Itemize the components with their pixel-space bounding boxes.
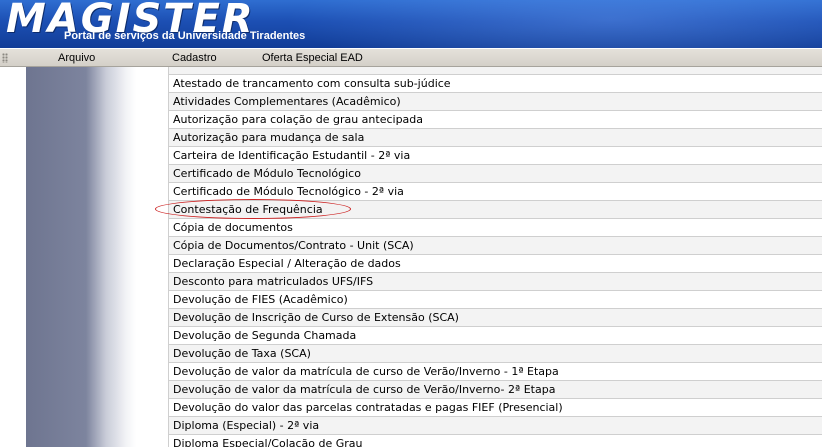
list-item[interactable]: Desconto para matriculados UFS/IFS	[168, 273, 822, 291]
left-decorative-strip	[26, 67, 168, 447]
list-item[interactable]: Devolução de valor da matrícula de curso…	[168, 381, 822, 399]
app-subtitle: Portal de serviços da Universidade Tirad…	[64, 30, 306, 42]
list-item[interactable]: Autorização para colação de grau antecip…	[168, 111, 822, 129]
list-header-row	[168, 67, 822, 75]
list-item[interactable]: Autorização para mudança de sala	[168, 129, 822, 147]
menu-item-oferta-especial-ead[interactable]: Oferta Especial EAD	[262, 52, 363, 64]
list-item[interactable]: Devolução do valor das parcelas contrata…	[168, 399, 822, 417]
banner-swoosh	[260, 0, 822, 48]
list-item[interactable]: Certificado de Módulo Tecnológico - 2ª v…	[168, 183, 822, 201]
list-item[interactable]: Carteira de Identificação Estudantil - 2…	[168, 147, 822, 165]
list-item[interactable]: Diploma Especial/Colação de Grau	[168, 435, 822, 447]
list-item[interactable]: Cópia de Documentos/Contrato - Unit (SCA…	[168, 237, 822, 255]
list-item[interactable]: Atestado de trancamento com consulta sub…	[168, 75, 822, 93]
menu-item-arquivo[interactable]: Arquivo	[58, 52, 95, 64]
list-item[interactable]: Devolução de Segunda Chamada	[168, 327, 822, 345]
list-item[interactable]: Devolução de FIES (Acadêmico)	[168, 291, 822, 309]
menu-bar: Arquivo Cadastro Oferta Especial EAD	[0, 48, 822, 67]
toolbar-grip-icon[interactable]	[2, 53, 8, 63]
services-list: Atestado de trancamento com consulta sub…	[168, 67, 822, 447]
list-item[interactable]: Cópia de documentos	[168, 219, 822, 237]
menu-item-cadastro[interactable]: Cadastro	[172, 52, 217, 64]
list-item[interactable]: Devolução de Inscrição de Curso de Exten…	[168, 309, 822, 327]
list-item[interactable]: Atividades Complementares (Acadêmico)	[168, 93, 822, 111]
list-item[interactable]: Devolução de Taxa (SCA)	[168, 345, 822, 363]
list-item[interactable]: Devolução de valor da matrícula de curso…	[168, 363, 822, 381]
header-banner: MAGISTER Portal de serviços da Universid…	[0, 0, 822, 48]
list-item[interactable]: Certificado de Módulo Tecnológico	[168, 165, 822, 183]
list-item-highlighted[interactable]: Contestação de Frequência	[168, 201, 822, 219]
list-item[interactable]: Diploma (Especial) - 2ª via	[168, 417, 822, 435]
list-item[interactable]: Declaração Especial / Alteração de dados	[168, 255, 822, 273]
